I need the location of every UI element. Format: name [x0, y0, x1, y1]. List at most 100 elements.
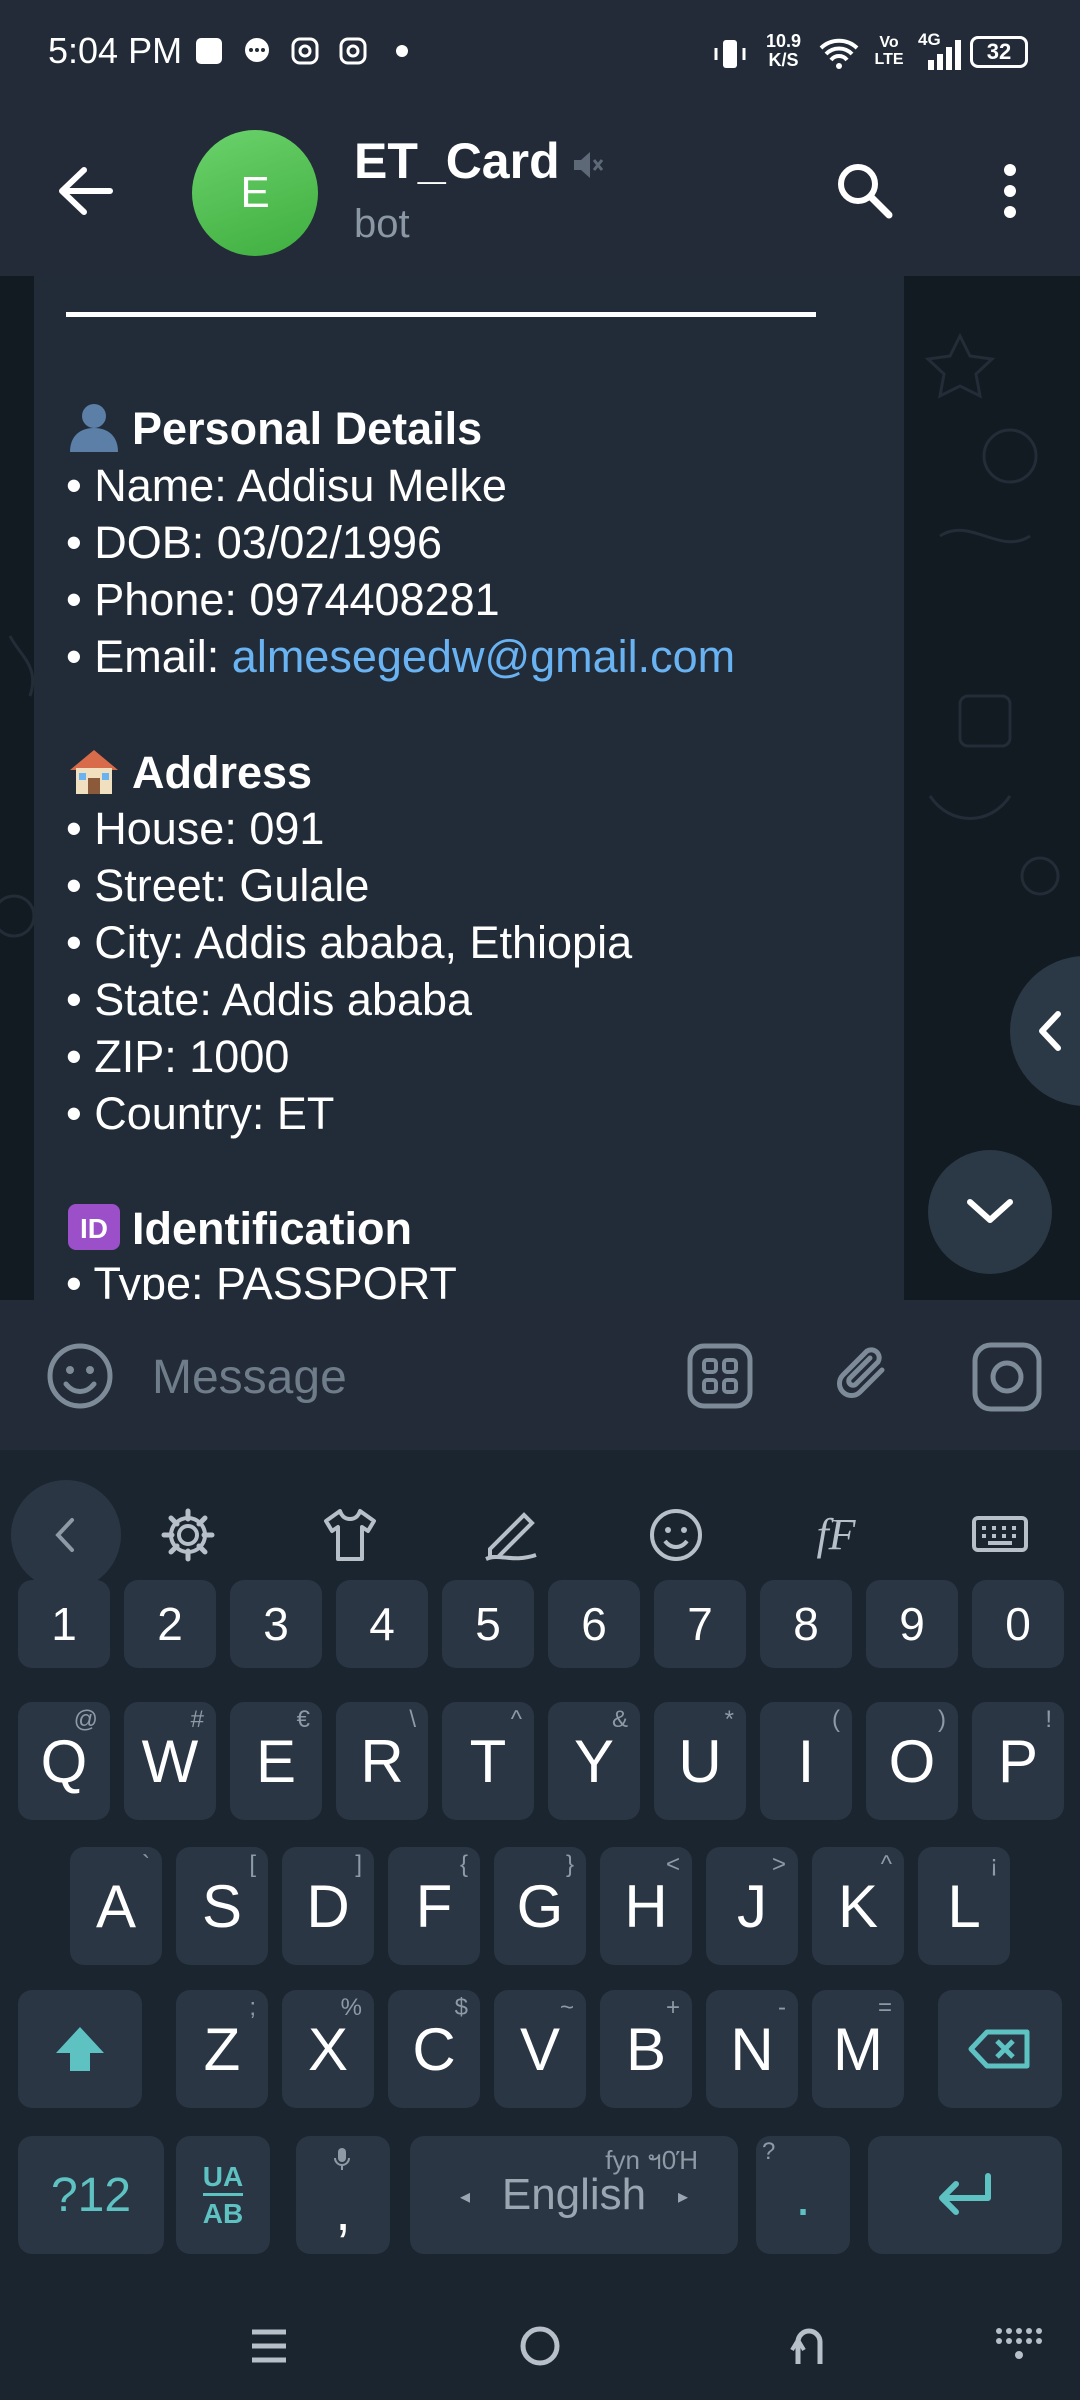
bot-menu-apps-icon[interactable] — [684, 1340, 756, 1412]
key-y[interactable]: & Y — [548, 1702, 640, 1820]
key-2[interactable]: 2 — [124, 1580, 216, 1668]
key-a[interactable]: ` A — [70, 1847, 162, 1965]
font-style-icon: fF — [816, 1510, 856, 1559]
shift-key[interactable] — [18, 1990, 142, 2108]
chat-area[interactable]: Personal Details • Name: Addisu Melke • … — [0, 276, 1080, 1300]
key-t[interactable]: ^ T — [442, 1702, 534, 1820]
key-f[interactable]: {F — [388, 1847, 480, 1965]
keyboard-layout-button[interactable] — [940, 1480, 1060, 1590]
attach-paperclip-icon[interactable] — [830, 1340, 902, 1412]
detail-phone: • Phone: 0974408281 — [66, 574, 500, 625]
email-link[interactable]: almesegedw@gmail.com — [232, 631, 735, 682]
address-country: • Country: ET — [66, 1088, 335, 1139]
vibrate-icon — [714, 40, 746, 68]
language-key-bottom: AB — [202, 2192, 244, 2230]
volte-indicator: Vo LTE — [874, 34, 904, 68]
backspace-icon — [968, 2029, 1030, 2069]
key-e[interactable]: € E — [230, 1702, 322, 1820]
chat-notification-icon — [245, 38, 269, 62]
key-c[interactable]: $ C — [388, 1990, 480, 2108]
emoji-keyboard-button[interactable] — [616, 1480, 736, 1590]
key-q[interactable]: @ Q — [18, 1702, 110, 1820]
address-street: • Street: Gulale — [66, 860, 370, 911]
svg-text:ID: ID — [80, 1213, 108, 1244]
key-m[interactable]: = M — [812, 1990, 904, 2108]
camera-icon[interactable] — [970, 1340, 1044, 1414]
language-key-top: UA — [202, 2160, 244, 2192]
key-label: P — [997, 1727, 1039, 1795]
key-9[interactable]: 9 — [866, 1580, 958, 1668]
key-label: V — [519, 2015, 561, 2083]
key-label: U — [678, 1727, 722, 1795]
key-n[interactable]: -N — [706, 1990, 798, 2108]
key-x[interactable]: % X — [282, 1990, 374, 2108]
keyboard-settings-button[interactable] — [128, 1480, 248, 1590]
chevron-left-icon — [1039, 1011, 1061, 1051]
recents-menu-icon[interactable] — [246, 2324, 292, 2368]
handwriting-button[interactable] — [452, 1480, 572, 1590]
detail-dob: • DOB: 03/02/1996 — [66, 517, 442, 568]
key-p[interactable]: ! P — [972, 1702, 1064, 1820]
key-o[interactable]: ) O — [866, 1702, 958, 1820]
message-input[interactable] — [150, 1344, 634, 1410]
key-secondary-symbol: - — [778, 1994, 786, 2021]
bot-avatar[interactable]: E — [192, 130, 318, 256]
enter-key[interactable] — [868, 2136, 1062, 2254]
key-h[interactable]: < H — [600, 1847, 692, 1965]
keyboard-hide-icon[interactable] — [994, 2326, 1044, 2366]
key-8[interactable]: 8 — [760, 1580, 852, 1668]
key-label: A — [95, 1872, 137, 1940]
period-key[interactable]: ? . — [756, 2136, 850, 2254]
key-7[interactable]: 7 — [654, 1580, 746, 1668]
key-secondary-symbol: % — [340, 1994, 362, 2021]
search-icon[interactable] — [830, 156, 900, 226]
key-6[interactable]: 6 — [548, 1580, 640, 1668]
back-gesture-icon[interactable] — [784, 2320, 834, 2370]
toolbar-collapse-button[interactable] — [6, 1480, 126, 1590]
emoji-icon[interactable] — [44, 1340, 116, 1412]
key-d[interactable]: ] D — [282, 1847, 374, 1965]
key-secondary-symbol: ) — [938, 1706, 946, 1733]
more-vert-icon[interactable] — [980, 156, 1040, 226]
key-1[interactable]: 1 — [18, 1580, 110, 1668]
key-k[interactable]: ^ K — [812, 1847, 904, 1965]
comma-key[interactable]: , — [296, 2136, 390, 2254]
key-0[interactable]: 0 — [972, 1580, 1064, 1668]
key-r[interactable]: \ R — [336, 1702, 428, 1820]
space-key[interactable]: fyn ฯ0Ή ◂ English ▸ — [410, 2136, 738, 2254]
key-u[interactable]: * U — [654, 1702, 746, 1820]
keyboard-themes-button[interactable] — [290, 1480, 410, 1590]
chat-subtitle: bot — [354, 202, 410, 246]
detail-name: • Name: Addisu Melke — [66, 460, 507, 511]
email-label: • Email: — [66, 631, 232, 682]
key-b[interactable]: + B — [600, 1990, 692, 2108]
chat-title[interactable]: ET_Card — [354, 132, 560, 190]
key-g[interactable]: } G — [494, 1847, 586, 1965]
key-i[interactable]: (I — [760, 1702, 852, 1820]
backspace-key[interactable] — [938, 1990, 1062, 2108]
scroll-to-bottom-button[interactable] — [928, 1150, 1052, 1274]
chevron-down-icon — [967, 1199, 1013, 1223]
key-label: C — [412, 2015, 456, 2083]
key-v[interactable]: ~ V — [494, 1990, 586, 2108]
key-w[interactable]: # W — [124, 1702, 216, 1820]
key-label: D — [306, 1872, 350, 1940]
key-label: R — [360, 1727, 404, 1795]
key-5[interactable]: 5 — [442, 1580, 534, 1668]
back-arrow-icon[interactable] — [50, 156, 120, 226]
key-z[interactable]: ; Z — [176, 1990, 268, 2108]
key-j[interactable]: > J — [706, 1847, 798, 1965]
home-circle-icon[interactable] — [516, 2322, 564, 2370]
key-label: E — [255, 1727, 297, 1795]
fonts-button[interactable]: fF — [776, 1480, 896, 1590]
key-s[interactable]: [S — [176, 1847, 268, 1965]
key-4[interactable]: 4 — [336, 1580, 428, 1668]
key-label: J — [737, 1872, 767, 1940]
key-3[interactable]: 3 — [230, 1580, 322, 1668]
language-switch-key[interactable]: UA AB — [176, 2136, 270, 2254]
address-city: • City: Addis ababa, Ethiopia — [66, 917, 633, 968]
bot-message-bubble[interactable]: Personal Details • Name: Addisu Melke • … — [34, 276, 904, 1300]
key-label: O — [888, 1727, 936, 1795]
key-l[interactable]: ¡ L — [918, 1847, 1010, 1965]
symbols-key[interactable]: ?12 — [18, 2136, 164, 2254]
